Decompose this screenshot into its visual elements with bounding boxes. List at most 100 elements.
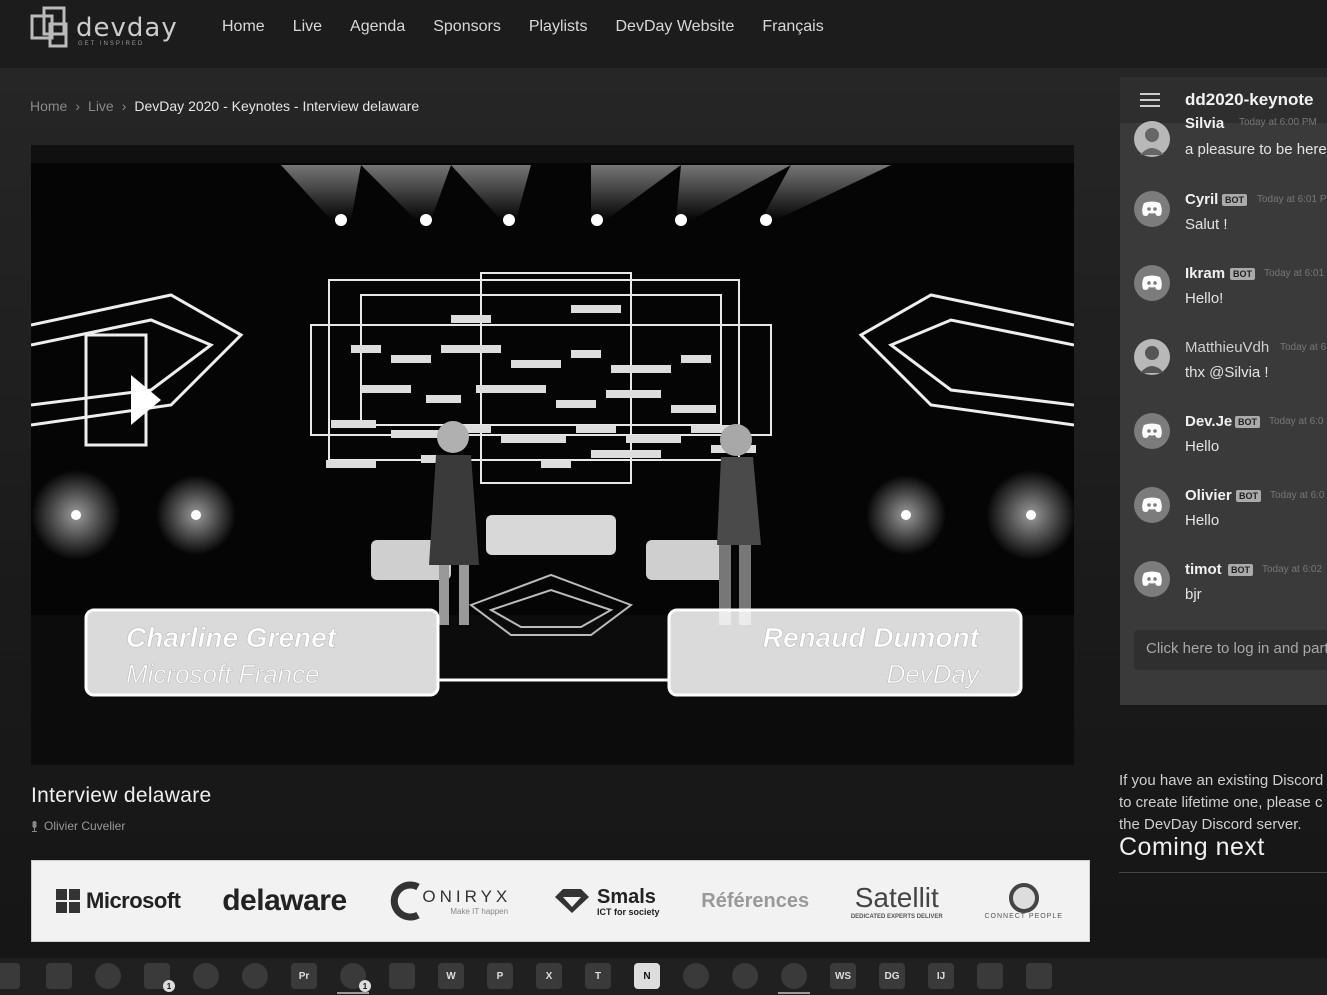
breadcrumb-current: DevDay 2020 - Keynotes - Interview delaw… <box>134 98 420 114</box>
pen-icon[interactable] <box>732 963 758 989</box>
notification-badge: 1 <box>359 980 371 992</box>
chrome-icon[interactable] <box>193 963 219 989</box>
message-author: Silvia <box>1185 115 1225 132</box>
microsoft-logo-icon <box>56 889 80 913</box>
chat-message: Olivier BOT Today at 6:0 Hello <box>1134 487 1327 547</box>
webstorm-icon[interactable]: WS <box>830 963 856 989</box>
satellit-tagline: DEDICATED EXPERTS DELIVER <box>850 914 943 920</box>
word-icon[interactable]: W <box>438 963 464 989</box>
coming-next-heading: Coming next <box>1119 833 1265 861</box>
message-text: thx @Silvia ! <box>1185 364 1269 381</box>
chat-message: Cyril BOT Today at 6:01 PM Salut ! <box>1134 191 1327 251</box>
bot-badge: BOT <box>1235 416 1260 428</box>
connectpeople-logo-icon <box>1008 882 1039 913</box>
discord-note-line: If you have an existing Discord <box>1119 772 1324 789</box>
sponsor-smals[interactable]: Smals ICT for society <box>553 886 660 917</box>
windows-icon[interactable] <box>1026 963 1052 989</box>
top-navigation: devday GET INSPIRED Home Live Agenda Spo… <box>0 0 1327 68</box>
chat-message: MatthieuVdh Today at 6 thx @Silvia ! <box>1134 339 1327 399</box>
bot-badge: BOT <box>1222 194 1247 206</box>
breadcrumb-live[interactable]: Live <box>88 98 114 114</box>
active-indicator <box>778 992 810 994</box>
kotlin-icon[interactable] <box>683 963 709 989</box>
notion-icon[interactable]: N <box>634 963 660 989</box>
discord-login-button[interactable]: Click here to log in and part <box>1134 630 1327 670</box>
discord-channel-name: dd2020-keynote <box>1185 90 1314 109</box>
breadcrumb-separator: › <box>75 98 81 114</box>
message-author: Cyril <box>1185 191 1219 208</box>
discord-icon <box>1142 423 1162 438</box>
smals-logo-icon <box>555 889 589 913</box>
mic-icon <box>32 820 37 832</box>
file-explorer-icon[interactable] <box>0 963 20 989</box>
sponsor-satellit[interactable]: Satellit DEDICATED EXPERTS DELIVER <box>851 882 943 920</box>
sponsor-oniryx[interactable]: ONIRYX Make IT happen <box>388 881 511 921</box>
intellij-icon[interactable]: IJ <box>928 963 954 989</box>
nav-home[interactable]: Home <box>222 18 265 36</box>
message-text: Hello <box>1185 512 1220 529</box>
premiere-icon[interactable]: Pr <box>291 963 317 989</box>
spotify-icon[interactable] <box>242 963 268 989</box>
nav-language-francais[interactable]: Français <box>762 18 823 36</box>
message-author: Ikram <box>1185 265 1226 282</box>
datagrip-icon[interactable]: DG <box>879 963 905 989</box>
nav-playlists[interactable]: Playlists <box>529 18 588 36</box>
lower-third-org-right: DevDay <box>887 659 981 689</box>
app-icon[interactable] <box>95 963 121 989</box>
session-title: Interview delaware <box>31 784 212 807</box>
sponsor-references[interactable]: Références <box>701 890 809 913</box>
discord-avatar <box>1134 413 1170 449</box>
lower-third-name-left: Charline Grenet <box>126 622 338 653</box>
devday-logo-mark <box>30 6 68 48</box>
message-text: Hello! <box>1185 290 1224 307</box>
nav-live[interactable]: Live <box>293 18 322 36</box>
discord-note: If you have an existing Discord to creat… <box>1119 770 1327 836</box>
devday-logo[interactable]: devday GET INSPIRED <box>30 6 178 50</box>
message-text: bjr <box>1185 586 1202 603</box>
message-time: Today at 6:0 <box>1269 416 1324 427</box>
message-time: Today at 6:02 <box>1262 564 1323 575</box>
sponsor-microsoft[interactable]: Microsoft <box>56 888 181 914</box>
chat-message: Dev.Je BOT Today at 6:0 Hello <box>1134 413 1327 473</box>
session-speaker[interactable]: Olivier Cuvelier <box>31 819 125 833</box>
teams-icon[interactable]: T <box>585 963 611 989</box>
nav-agenda[interactable]: Agenda <box>350 18 405 36</box>
discord-icon[interactable] <box>389 963 415 989</box>
vs-icon[interactable] <box>977 963 1003 989</box>
hamburger-menu-icon[interactable] <box>1140 93 1160 107</box>
message-text: Salut ! <box>1185 216 1228 233</box>
message-text: Hello <box>1185 438 1220 455</box>
brand-name: devday <box>76 13 178 43</box>
nav-sponsors[interactable]: Sponsors <box>433 18 501 36</box>
bot-badge: BOT <box>1236 490 1261 502</box>
excel-icon[interactable]: X <box>536 963 562 989</box>
powerpoint-icon[interactable]: P <box>487 963 513 989</box>
video-player[interactable]: Charline Grenet Microsoft France Renaud … <box>31 145 1074 765</box>
sponsor-delaware[interactable]: delaware <box>222 884 347 918</box>
mail-icon[interactable]: 1 <box>144 963 175 992</box>
app-icon[interactable]: 1 <box>337 963 371 994</box>
satellit-name: Satellit <box>854 882 939 913</box>
breadcrumb-home[interactable]: Home <box>30 98 67 114</box>
message-time: Today at 6:00 PM <box>1239 117 1317 128</box>
discord-widget: dd2020-keynote Silvia Today at 6:00 PM a… <box>1120 77 1327 705</box>
chat-message: timot BOT Today at 6:02 bjr <box>1134 561 1327 621</box>
message-author: Olivier <box>1185 487 1232 504</box>
oniryx-name: ONIRYX <box>422 886 512 906</box>
discord-icon <box>1142 275 1162 290</box>
discord-icon <box>1142 201 1162 216</box>
smals-wordmark: Smals ICT for society <box>597 886 660 917</box>
message-author: MatthieuVdh <box>1185 339 1270 356</box>
nav-devday-website[interactable]: DevDay Website <box>616 18 735 36</box>
brand-tagline: GET INSPIRED <box>78 41 145 47</box>
sponsor-connectpeople[interactable]: CONNECT PEOPLE <box>984 882 1062 920</box>
sponsor-banner: Microsoft delaware ONIRYX Make IT happen… <box>31 860 1090 942</box>
sponsor-microsoft-name: Microsoft <box>86 888 181 913</box>
notification-badge: 1 <box>163 980 175 992</box>
user-avatar <box>1134 339 1170 375</box>
github-icon[interactable] <box>778 963 810 994</box>
sticky-notes-icon[interactable] <box>46 963 72 989</box>
active-indicator <box>337 992 369 994</box>
lower-third-name-right: Renaud Dumont <box>763 622 981 653</box>
breadcrumb: Home › Live › DevDay 2020 - Keynotes - I… <box>30 98 419 114</box>
